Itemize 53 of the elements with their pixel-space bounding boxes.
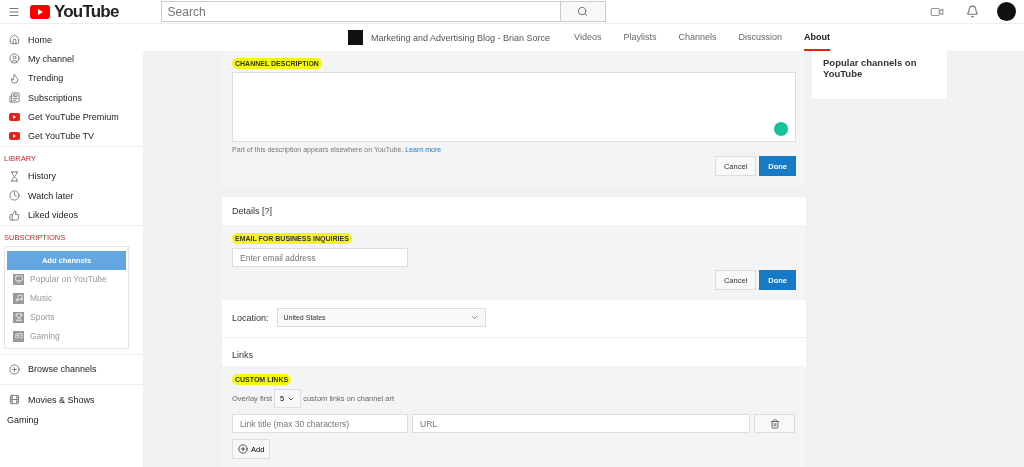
section-title: Links bbox=[232, 350, 253, 360]
avatar[interactable] bbox=[997, 2, 1016, 21]
caret-icon bbox=[469, 313, 479, 322]
section-title: Details [?] bbox=[232, 206, 273, 216]
plus-circle-icon bbox=[238, 444, 248, 454]
sidebar-item[interactable]: Liked videos bbox=[0, 205, 143, 225]
search-icon bbox=[577, 6, 589, 17]
thumbs-up-icon bbox=[9, 209, 20, 221]
url-field[interactable]: URL bbox=[412, 414, 750, 433]
clock-icon bbox=[9, 190, 20, 202]
film-icon bbox=[9, 394, 20, 406]
sidebar-item[interactable]: My channel bbox=[0, 49, 143, 69]
tv-icon bbox=[9, 132, 20, 141]
menu-icon[interactable] bbox=[8, 5, 20, 18]
sidebar-item[interactable]: History bbox=[0, 166, 143, 187]
channel-name: Marketing and Advertising Blog - Brian Sorce bbox=[371, 31, 551, 45]
channel-tab[interactable]: Videos bbox=[574, 24, 602, 51]
popular-channels-card: Popular channels on YouTube bbox=[812, 51, 947, 99]
hourglass-icon bbox=[9, 170, 20, 182]
trash-icon bbox=[769, 418, 780, 429]
email-field[interactable]: Enter email address bbox=[232, 248, 408, 267]
field-label: Location: bbox=[232, 312, 269, 323]
home-icon bbox=[9, 34, 20, 46]
search-button[interactable] bbox=[560, 1, 606, 22]
channel-tab[interactable]: Playlists bbox=[623, 24, 657, 51]
logo-icon bbox=[30, 4, 50, 19]
logo-text: YouTube bbox=[54, 1, 119, 22]
stack-icon bbox=[9, 92, 20, 104]
delete-button[interactable] bbox=[754, 414, 795, 433]
sidebar-item[interactable]: Home bbox=[0, 30, 143, 50]
sidebar-item[interactable]: Trending bbox=[0, 68, 143, 88]
play-icon bbox=[9, 112, 20, 121]
description-field[interactable] bbox=[232, 72, 796, 142]
sidebar-item[interactable]: Browse channels bbox=[0, 359, 143, 379]
gamepad-icon bbox=[13, 330, 24, 342]
flame-icon bbox=[9, 72, 20, 84]
sidebar-item[interactable]: Get YouTube Premium bbox=[0, 107, 143, 127]
channel-tab[interactable]: Discussion bbox=[738, 24, 782, 51]
sidebar-item[interactable]: Subscriptions bbox=[0, 87, 143, 108]
sidebar-item[interactable]: Gaming bbox=[0, 409, 143, 432]
sidebar-item[interactable]: Movies & Shows bbox=[0, 389, 143, 410]
tv-icon bbox=[13, 273, 24, 285]
search-field[interactable]: Search bbox=[160, 1, 561, 22]
trophy-icon bbox=[13, 311, 24, 323]
channel-avatar-icon bbox=[348, 30, 363, 45]
sidebar-item[interactable]: Watch later bbox=[0, 186, 143, 206]
music-note-icon bbox=[13, 292, 24, 304]
sidebar-item[interactable]: Get YouTube TV bbox=[0, 126, 143, 146]
link-title-field[interactable]: Link title (max 30 characters) bbox=[232, 414, 408, 433]
person-icon bbox=[9, 53, 20, 65]
channel-tab[interactable]: Channels bbox=[678, 24, 717, 51]
bell-icon[interactable] bbox=[966, 5, 979, 18]
plus-circle-icon bbox=[9, 363, 20, 375]
